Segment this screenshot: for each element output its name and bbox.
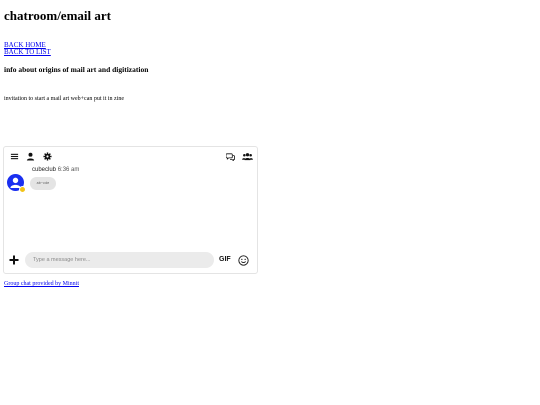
minnit-credit-link[interactable]: Group chat provided by Minnit — [4, 281, 79, 288]
chat-widget: cubeclub 6:36 am ab~cde GIF — [3, 146, 258, 274]
group-icon[interactable] — [242, 152, 253, 161]
online-status-dot — [19, 186, 26, 193]
message-author[interactable]: cubeclub — [32, 167, 56, 173]
page-title: chatroom/email art — [4, 8, 111, 23]
plus-icon[interactable] — [9, 255, 19, 265]
message-meta: cubeclub 6:36 am — [32, 167, 79, 174]
gif-button[interactable]: GIF — [219, 256, 231, 264]
user-icon[interactable] — [26, 152, 35, 161]
message-bubble: ab~cde — [30, 177, 56, 190]
back-to-list-link[interactable]: BACK TO LIST — [4, 48, 51, 56]
emoji-icon[interactable] — [238, 255, 249, 266]
message-input[interactable] — [25, 252, 214, 268]
message-time: 6:36 am — [57, 167, 80, 173]
body-text: invitation to start a mail art web+can p… — [4, 96, 125, 102]
chat-toolbar — [4, 147, 257, 167]
gear-icon[interactable] — [43, 152, 52, 161]
chat-bubbles-icon[interactable] — [226, 152, 235, 161]
menu-icon[interactable] — [10, 152, 19, 161]
section-heading: info about origins of mail art and digit… — [4, 65, 149, 74]
